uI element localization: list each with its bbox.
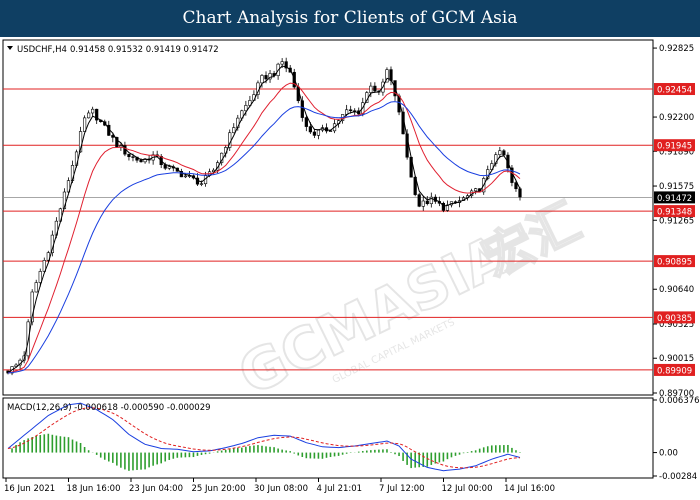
time-tick-label: 23 Jun 04:00 [129, 484, 183, 494]
chart-title-banner: Chart Analysis for Clients of GCM Asia [0, 0, 700, 37]
symbol-readout: USDCHF,H4 0.91458 0.91532 0.91419 0.9147… [7, 45, 219, 55]
symbol-label: USDCHF,H4 [17, 45, 67, 55]
macd-tick-label: 0.00 [659, 449, 678, 459]
time-tick-label: 30 Jun 08:00 [254, 484, 308, 494]
candle-body [498, 150, 502, 156]
candle-body [34, 282, 38, 293]
macd-panel: 0.006376 0.00 -0.00284 MACD(12,26,9) -0.00… [2, 396, 700, 482]
price-tick-label: 0.90640 [659, 285, 694, 295]
candle-body [199, 183, 204, 185]
macd-tick-label: 0.006376 [659, 396, 700, 406]
candle-body [308, 126, 312, 133]
candle-body [474, 188, 478, 192]
price-tick-label: 0.92825 [659, 44, 694, 54]
candle-body [87, 112, 91, 119]
level-label-text: 0.89909 [657, 366, 692, 376]
candle-body [139, 159, 143, 163]
candle-body [232, 127, 236, 134]
time-tick-label: 4 Jul 21:01 [317, 484, 363, 494]
price-tick-label: 0.91265 [659, 216, 694, 226]
candle-body [183, 175, 187, 178]
watermark-brand: GCMASIA [229, 222, 519, 408]
candle-body [304, 117, 308, 127]
price-tick-label: 0.91575 [659, 182, 694, 192]
candle-body [514, 182, 518, 190]
candle-body [518, 188, 522, 198]
candle-body [502, 150, 506, 156]
macd-readout: MACD(12,26,9) -0.000618 -0.000590 -0.000… [7, 403, 211, 413]
price-axis: 0.928250.922000.918900.915750.912650.906… [653, 44, 694, 399]
level-label-text: 0.91945 [657, 142, 692, 152]
price-tick-label: 0.90015 [659, 354, 694, 364]
candle-body [264, 75, 268, 80]
candle-body [280, 61, 284, 65]
chart-svg: GCMASIA 宏汇 GLOBAL CAPITAL MARKETS 0.9282… [2, 39, 700, 494]
price-tick-label: 0.92200 [659, 113, 694, 123]
candle-body [328, 130, 333, 132]
macd-axis: 0.006376 0.00 -0.00284 [653, 396, 700, 482]
time-tick-label: 16 Jun 2021 [4, 484, 55, 494]
candle-body [131, 156, 135, 158]
time-tick-label: 14 Jul 16:00 [504, 484, 555, 494]
candle-body [127, 153, 131, 158]
candle-body [373, 85, 377, 92]
candle-body [260, 75, 264, 84]
candle-body [316, 129, 321, 136]
chart-frame: GCMASIA 宏汇 GLOBAL CAPITAL MARKETS 0.9282… [0, 37, 700, 500]
level-label-text: 0.91348 [657, 208, 692, 218]
level-label-text: 0.90895 [657, 258, 692, 268]
candle-body [312, 131, 316, 136]
time-tick-label: 18 Jun 16:00 [67, 484, 121, 494]
level-label-text: 0.90385 [657, 314, 692, 324]
ohlc-readout: 0.91458 0.91532 0.91419 0.91472 [70, 45, 219, 55]
level-label-text: 0.92454 [657, 86, 692, 96]
chevron-down-icon[interactable] [7, 46, 13, 50]
candle-body [91, 108, 95, 114]
watermark: GCMASIA 宏汇 GLOBAL CAPITAL MARKETS [228, 191, 590, 409]
level-price-labels: 0.92454 0.91945 0.91348 0.90895 0.90385 0.899… [654, 83, 695, 376]
candle-body [425, 200, 429, 205]
candle-body [417, 194, 421, 207]
candle-body [369, 85, 373, 93]
candle-body [82, 117, 87, 132]
time-tick-label: 7 Jul 12:00 [379, 484, 425, 494]
time-axis: 16 Jun 2021 18 Jun 16:00 23 Jun 04:00 25 Ju… [4, 478, 555, 494]
macd-histogram [11, 433, 521, 471]
candle-body [349, 109, 353, 112]
time-tick-label: 25 Jun 20:00 [192, 484, 246, 494]
candle-body [38, 271, 42, 283]
time-tick-label: 12 Jul 00:00 [442, 484, 493, 494]
current-price-label: 0.91472 [657, 194, 692, 204]
candle-body [421, 200, 425, 207]
macd-tick-label: -0.00284 [659, 472, 697, 482]
candle-body [167, 166, 171, 169]
